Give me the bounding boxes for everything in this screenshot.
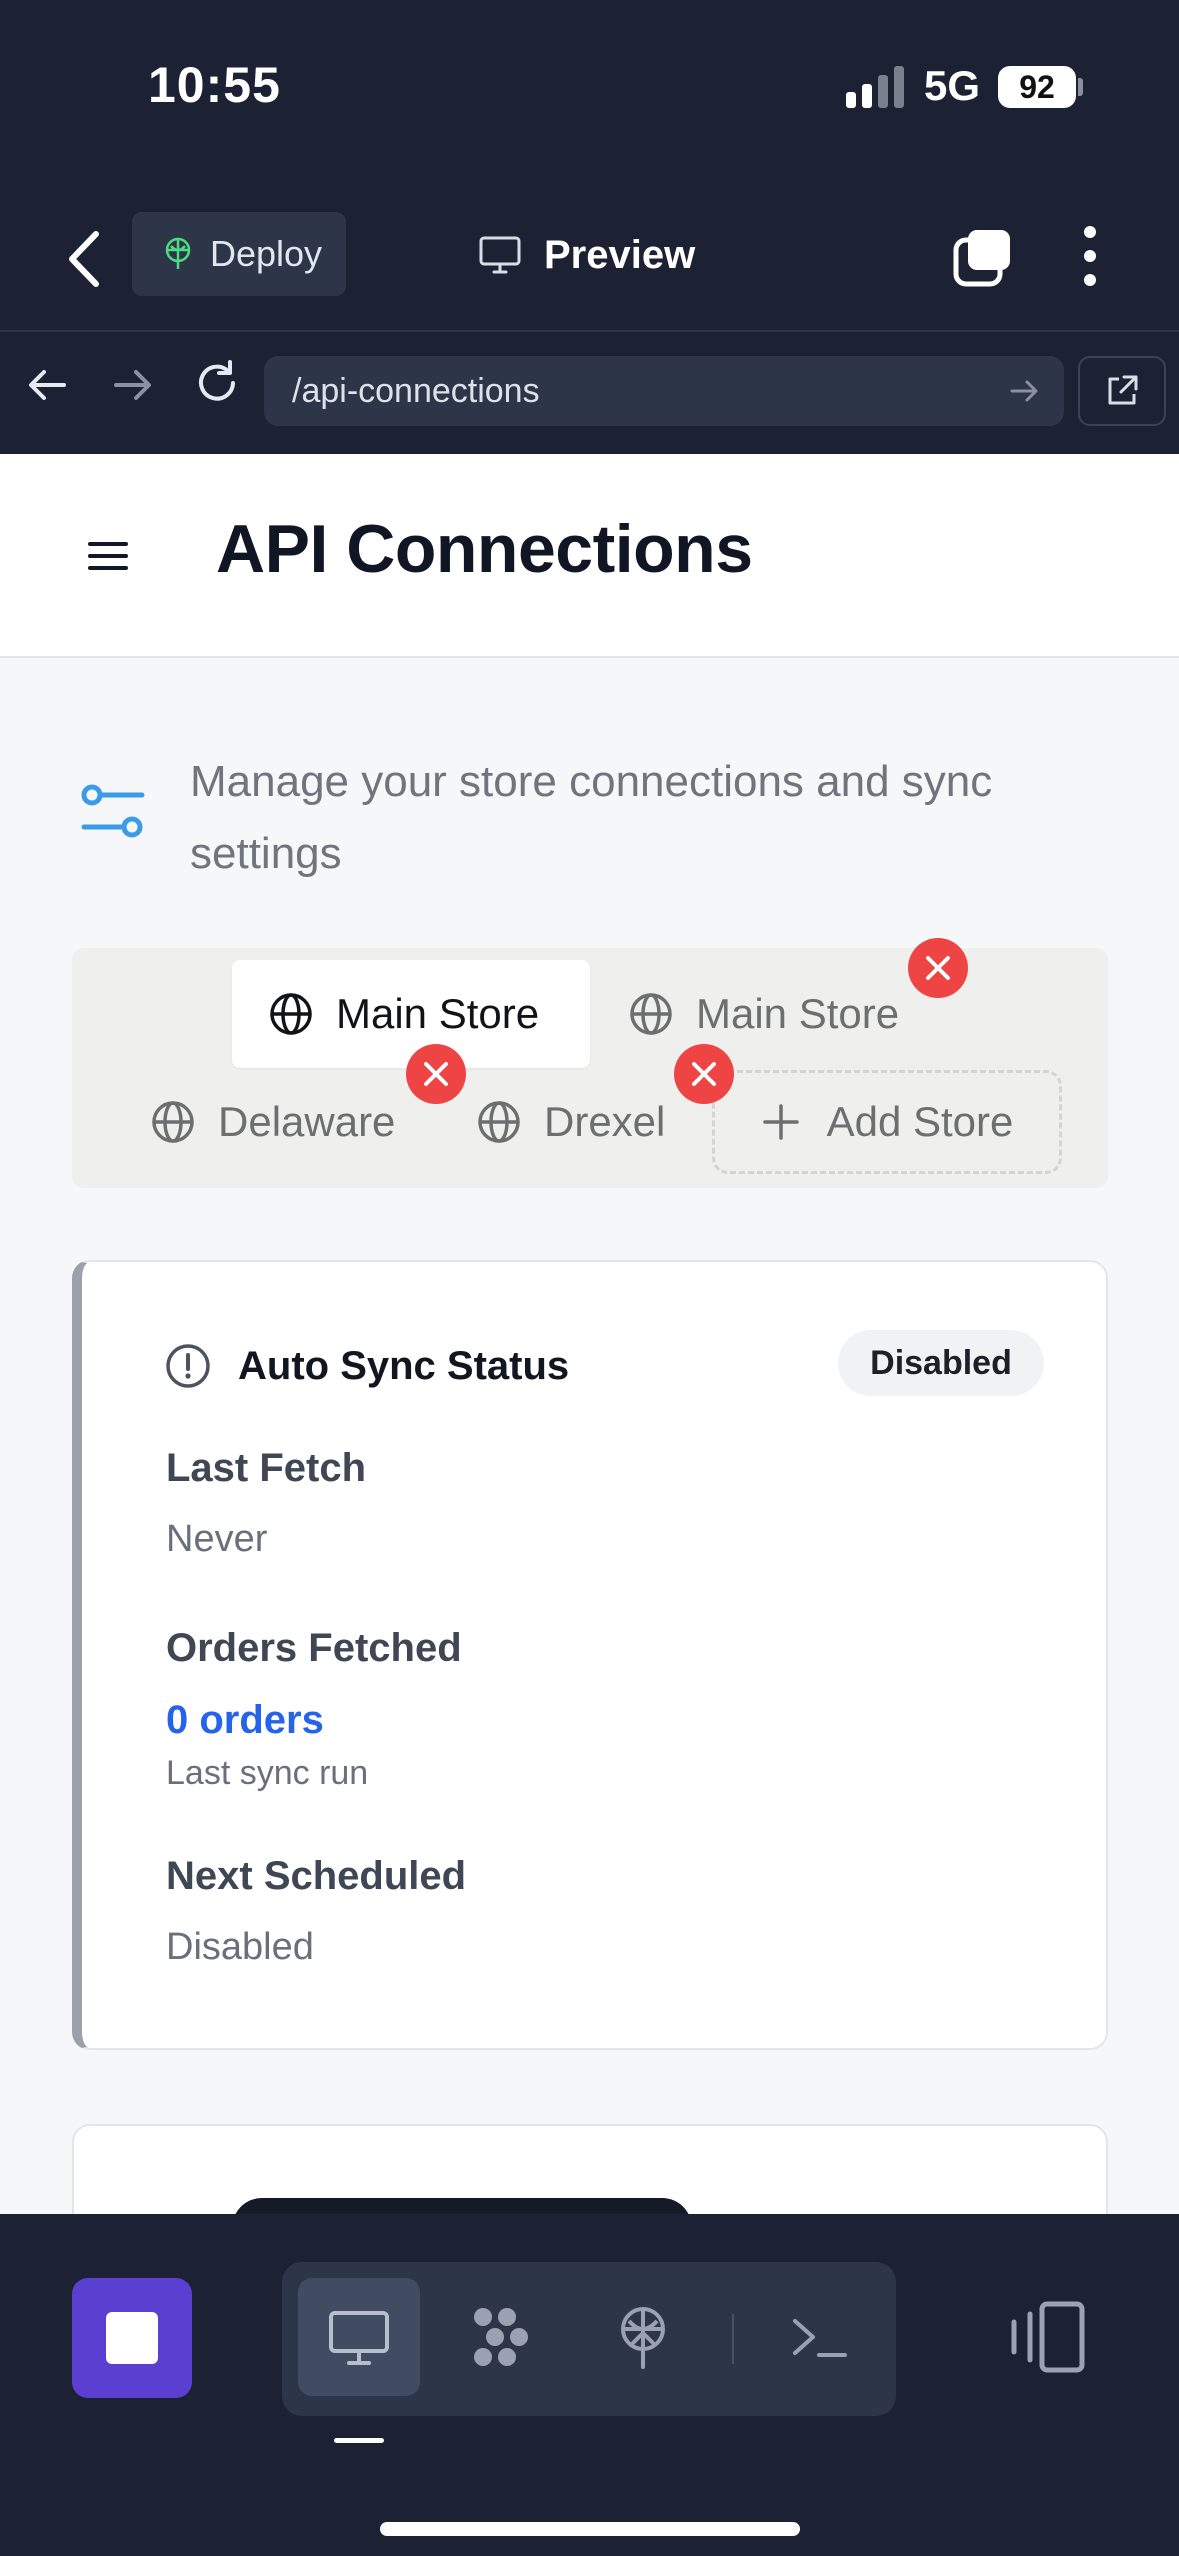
reload-icon[interactable] [192,358,242,408]
hamburger-menu-icon[interactable] [86,536,130,576]
battery-tip [1078,78,1083,96]
arrow-right-icon[interactable] [110,362,156,408]
orders-fetched-caption: Last sync run [166,1754,369,1792]
deploy-label: Deploy [210,233,323,274]
network-label: 5G [924,62,981,109]
remove-store-button[interactable] [908,938,968,998]
workflow-icon [474,2308,528,2366]
home-indicator [380,2522,800,2536]
store-tab-label: Drexel [544,1098,666,1145]
close-icon [926,956,950,980]
plus-icon [762,1104,799,1140]
app-toolbar: Deploy Preview [0,190,1179,330]
globe-icon [478,1101,520,1143]
device-switch-icon[interactable] [1006,2300,1086,2374]
store-tab-label: Delaware [218,1098,396,1145]
status-time: 10:55 [148,57,281,113]
auto-sync-title: Auto Sync Status [238,1344,570,1388]
last-fetch-value: Never [166,1518,268,1560]
sliders-icon [81,784,145,838]
orders-fetched-value[interactable]: 0 orders [166,1698,324,1743]
remove-store-button[interactable] [406,1044,466,1104]
stop-button[interactable] [72,2278,192,2398]
active-tab-indicator [334,2438,384,2443]
tabs-icon[interactable] [952,226,1014,288]
globe-icon [152,1101,194,1143]
url-text: /api-connections [292,371,540,410]
monitor-icon [479,236,521,274]
status-bar: 10:55 5G 92 [0,0,1179,180]
preview-label: Preview [544,232,696,277]
bottom-bar [0,2214,1179,2556]
browser-bar: /api-connections [0,330,1179,454]
store-tab-label: Main Store [696,990,900,1037]
next-scheduled-label: Next Scheduled [166,1854,467,1898]
add-store-label: Add Store [826,1098,1014,1145]
next-scheduled-value: Disabled [166,1926,314,1968]
terminal-icon [793,2319,847,2357]
url-field[interactable]: /api-connections [264,356,1064,426]
page-viewport[interactable]: API Connections Manage your store connec… [0,454,1179,2214]
external-link-icon [1108,375,1138,405]
page-subtitle: Manage your store connections and sync s… [190,757,993,878]
open-external-button[interactable] [1078,356,1166,426]
status-badge: Disabled [838,1330,1044,1396]
deploy-icon [621,2307,665,2369]
stop-icon [106,2312,158,2364]
page-header: API Connections [0,454,1179,658]
dock-deploy-button[interactable] [582,2278,704,2396]
add-store-button[interactable]: Add Store [712,1070,1062,1174]
store-tabs: Main Store Main Store Delaware Drexel Ad… [72,938,1108,1188]
battery-indicator: 92 [998,66,1076,108]
auto-sync-card: Auto Sync Status Disabled Last Fetch Nev… [72,1260,1108,2050]
alert-circle-icon [166,1344,210,1388]
deploy-icon [165,237,191,269]
dock-terminal-button[interactable] [758,2278,880,2396]
remove-store-button[interactable] [674,1044,734,1104]
globe-icon [630,993,672,1035]
last-fetch-label: Last Fetch [166,1446,367,1490]
next-card-heading-partial [232,2198,692,2214]
dock-divider [732,2314,734,2364]
page-title: API Connections [216,511,753,587]
close-icon [424,1062,448,1086]
store-tab-delaware[interactable]: Delaware [150,1068,395,1176]
next-card-partial [72,2124,1108,2214]
signal-icon [846,66,904,108]
back-chevron-icon[interactable] [60,224,110,294]
store-tab-main-store[interactable]: Main Store [628,960,899,1068]
monitor-icon [329,2311,389,2365]
deploy-button[interactable]: Deploy [132,212,346,296]
arrow-left-icon[interactable] [24,362,70,408]
more-vertical-icon[interactable] [1072,220,1108,292]
globe-icon [270,993,312,1035]
store-tab-main-store-active[interactable]: Main Store [232,960,590,1068]
dock-preview-button[interactable] [298,2278,420,2396]
dock [282,2262,896,2416]
close-icon [692,1062,716,1086]
orders-fetched-label: Orders Fetched [166,1626,462,1670]
preview-tab[interactable]: Preview [478,220,695,290]
store-tab-drexel[interactable]: Drexel [476,1068,665,1176]
store-tab-label: Main Store [336,990,540,1037]
dock-workflow-button[interactable] [440,2278,562,2396]
go-arrow-icon[interactable] [1008,374,1042,408]
